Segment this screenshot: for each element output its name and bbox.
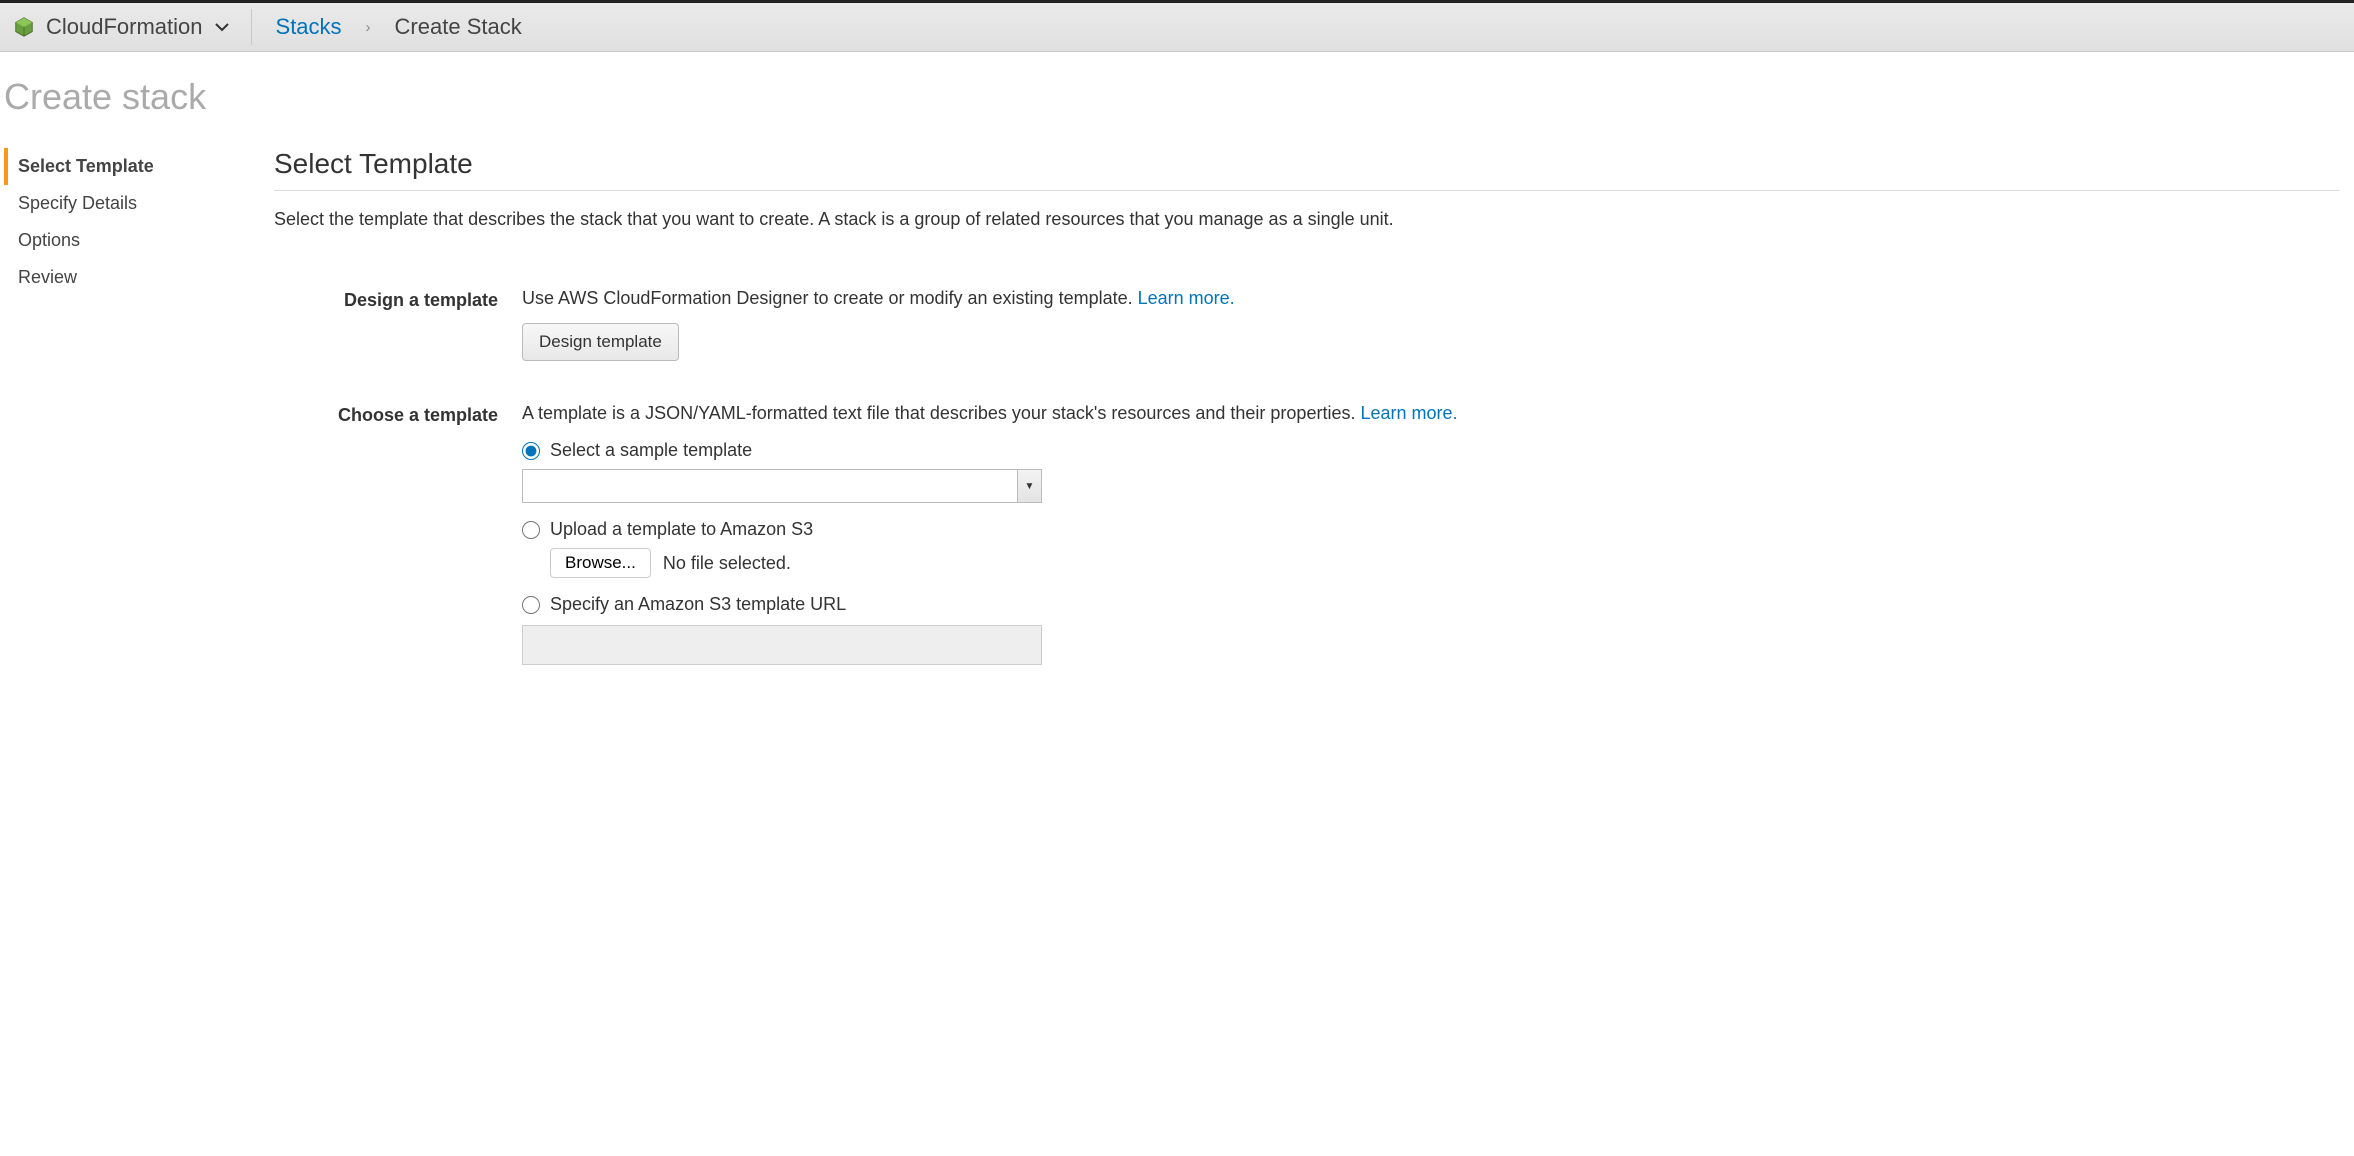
page-title: Create stack <box>0 52 2354 130</box>
design-template-label: Design a template <box>274 288 522 361</box>
sidebar-item-label: Review <box>18 267 77 287</box>
choose-template-label: Choose a template <box>274 403 522 665</box>
breadcrumb-link-stacks[interactable]: Stacks <box>276 14 342 40</box>
radio-specify-url[interactable] <box>522 596 540 614</box>
upload-row: Browse... No file selected. <box>550 548 2340 578</box>
design-help-text: Use AWS CloudFormation Designer to creat… <box>522 288 1138 308</box>
cloudformation-icon <box>12 15 36 39</box>
sample-template-input[interactable] <box>523 470 1017 502</box>
wizard-sidebar: Select Template Specify Details Options … <box>4 130 264 747</box>
main-content: Select Template Select the template that… <box>264 130 2350 747</box>
radio-row-upload: Upload a template to Amazon S3 <box>522 519 2340 540</box>
sidebar-item-label: Specify Details <box>18 193 137 213</box>
sample-template-dropdown-button[interactable]: ▼ <box>1017 470 1041 502</box>
radio-row-url: Specify an Amazon S3 template URL <box>522 594 2340 615</box>
radio-label-sample: Select a sample template <box>550 440 752 461</box>
sidebar-item-label: Select Template <box>18 156 154 176</box>
breadcrumb-current: Create Stack <box>395 14 522 40</box>
caret-down-icon: ▼ <box>1025 481 1035 492</box>
radio-row-sample: Select a sample template <box>522 440 2340 461</box>
service-name[interactable]: CloudFormation <box>46 14 203 40</box>
radio-label-upload: Upload a template to Amazon S3 <box>550 519 813 540</box>
choose-learn-more-link[interactable]: Learn more. <box>1360 403 1457 423</box>
choose-help-text: A template is a JSON/YAML-formatted text… <box>522 403 1360 423</box>
radio-select-sample[interactable] <box>522 442 540 460</box>
section-title: Select Template <box>274 148 2340 180</box>
breadcrumb-bar: CloudFormation Stacks › Create Stack <box>0 0 2354 52</box>
design-learn-more-link[interactable]: Learn more. <box>1138 288 1235 308</box>
section-divider <box>274 190 2340 191</box>
sidebar-item-options[interactable]: Options <box>4 222 264 259</box>
breadcrumb-separator-vertical <box>251 9 252 45</box>
chevron-down-icon[interactable] <box>215 19 229 35</box>
no-file-selected-text: No file selected. <box>663 553 791 574</box>
radio-upload-s3[interactable] <box>522 521 540 539</box>
sidebar-item-review[interactable]: Review <box>4 259 264 296</box>
section-description: Select the template that describes the s… <box>274 209 2340 230</box>
sidebar-item-select-template[interactable]: Select Template <box>4 148 264 185</box>
radio-label-url: Specify an Amazon S3 template URL <box>550 594 846 615</box>
choose-template-row: Choose a template A template is a JSON/Y… <box>274 403 2340 665</box>
sidebar-item-specify-details[interactable]: Specify Details <box>4 185 264 222</box>
design-template-button[interactable]: Design template <box>522 323 679 361</box>
design-template-row: Design a template Use AWS CloudFormation… <box>274 288 2340 361</box>
sample-template-select[interactable]: ▼ <box>522 469 1042 503</box>
browse-button[interactable]: Browse... <box>550 548 651 578</box>
breadcrumb-separator: › <box>366 19 371 36</box>
sidebar-item-label: Options <box>18 230 80 250</box>
s3-url-input[interactable] <box>522 625 1042 665</box>
